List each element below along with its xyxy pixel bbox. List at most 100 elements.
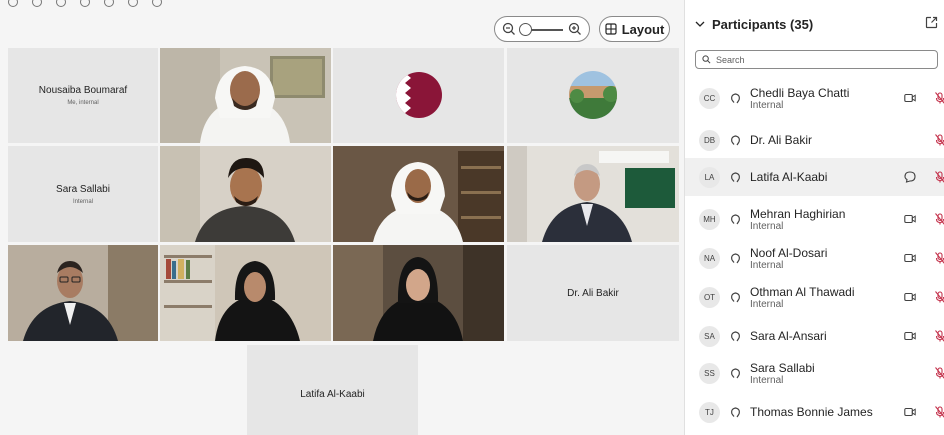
video-tile-participant[interactable] [333, 146, 504, 242]
participant-name: Mehran Haghirian [750, 206, 846, 221]
zoom-thumb[interactable] [519, 23, 532, 36]
participant-video-man-ghutra-shelves [333, 146, 504, 242]
camera-icon[interactable] [904, 292, 916, 302]
mic-muted-icon[interactable] [935, 213, 944, 225]
headset-icon [731, 291, 740, 302]
avatar: NA [699, 247, 720, 269]
chevron-down-icon[interactable] [695, 19, 705, 29]
mic-muted-icon[interactable] [935, 92, 944, 104]
video-tile-nousaiba[interactable]: Nousaiba Boumaraf Me, internal [8, 48, 158, 143]
participant-name: Dr. Ali Bakir [750, 133, 813, 147]
participant-name: Latifa Al-Kaabi [750, 170, 828, 184]
participant-name-block: Mehran Haghirian Internal [750, 207, 845, 232]
mic-muted-icon[interactable] [935, 367, 944, 379]
tile-name: Latifa Al-Kaabi [300, 388, 365, 400]
participant-name: Thomas Bonnie James [750, 405, 873, 419]
video-tile-participant[interactable] [160, 146, 331, 242]
video-tile-participant[interactable] [333, 245, 504, 341]
participant-name: Othman Al Thawadi [750, 284, 855, 299]
participant-name-block: Thomas Bonnie James [750, 405, 873, 419]
participant-subtitle: Internal [750, 259, 784, 271]
mic-muted-icon[interactable] [935, 406, 944, 418]
participant-name-block: Sara Sallabi Internal [750, 361, 815, 386]
search-icon [702, 55, 711, 64]
participant-name-block: Sara Al-Ansari [750, 329, 827, 343]
video-tile-sara-sallabi[interactable]: Sara Sallabi Internal [8, 146, 158, 242]
avatar: MH [699, 208, 720, 230]
camera-icon[interactable] [904, 407, 916, 417]
zoom-in-icon[interactable] [568, 22, 582, 36]
toolbar-icons-clipped [8, 0, 328, 7]
participant-video-woman-bookshelf [160, 245, 331, 341]
participant-row[interactable]: OT Othman Al Thawadi Internal [685, 278, 944, 316]
mic-muted-icon[interactable] [935, 134, 944, 146]
avatar: TJ [699, 401, 720, 423]
participant-row[interactable]: TJ Thomas Bonnie James [685, 393, 944, 431]
participant-row[interactable]: SA Sara Al-Ansari [685, 317, 944, 355]
participant-row[interactable]: MH Mehran Haghirian Internal [685, 200, 944, 238]
headset-icon [731, 406, 740, 417]
participant-row[interactable]: SS Sara Sallabi Internal [685, 354, 944, 392]
avatar: DB [699, 129, 720, 151]
grid-layout-icon [605, 23, 617, 35]
video-tile-participant[interactable] [507, 48, 679, 143]
avatar: SS [699, 362, 720, 384]
video-tile-participant[interactable] [160, 245, 331, 341]
headset-icon [731, 367, 740, 378]
video-tile-participant[interactable] [333, 48, 504, 143]
participant-name: Sara Sallabi [750, 360, 815, 375]
zoom-slider[interactable] [494, 16, 590, 42]
layout-button-label: Layout [621, 21, 665, 37]
participant-name: Noof Al-Dosari [750, 245, 828, 260]
camera-icon[interactable] [904, 253, 916, 263]
search-placeholder: Search [716, 54, 745, 65]
tile-subtitle: Internal [72, 198, 93, 205]
participant-name-block: Noof Al-Dosari Internal [750, 246, 827, 271]
participant-row[interactable]: NA Noof Al-Dosari Internal [685, 239, 944, 277]
participant-subtitle: Internal [750, 374, 784, 386]
headset-icon [731, 213, 740, 224]
camera-icon[interactable] [904, 214, 916, 224]
avatar: LA [699, 166, 720, 188]
headset-icon [731, 92, 740, 103]
tile-name: Sara Sallabi [56, 183, 110, 195]
tile-name: Nousaiba Boumaraf [38, 85, 128, 96]
video-stage: Layout Nousaiba Boumaraf Me, internal Sa… [0, 8, 684, 435]
camera-icon[interactable] [904, 93, 916, 103]
headset-icon [731, 252, 740, 263]
avatar: CC [699, 87, 720, 109]
participant-row[interactable]: CC Chedli Baya Chatti Internal [685, 79, 944, 117]
participant-name: Chedli Baya Chatti [750, 85, 850, 100]
participant-subtitle: Internal [750, 298, 784, 310]
video-tile-participant[interactable] [160, 48, 331, 143]
participant-name-block: Othman Al Thawadi Internal [750, 285, 855, 310]
participants-panel: Participants (35) Search CC Chedli Baya C… [684, 0, 944, 435]
participants-title: Participants (35) [712, 16, 814, 32]
video-tile-participant[interactable] [507, 146, 679, 242]
video-tile-latifa-al-kaabi[interactable]: Latifa Al-Kaabi [247, 345, 418, 435]
camera-icon[interactable] [904, 331, 916, 341]
participant-video-woman-lit [333, 245, 504, 341]
video-tile-dr-ali-bakir[interactable]: Dr. Ali Bakir [507, 245, 679, 341]
mic-muted-icon[interactable] [935, 291, 944, 303]
popout-icon[interactable] [925, 16, 938, 29]
mic-muted-icon[interactable] [935, 330, 944, 342]
participant-name-block: Latifa Al-Kaabi [750, 170, 827, 184]
mic-muted-icon[interactable] [935, 171, 944, 183]
video-tile-participant[interactable] [8, 245, 158, 341]
building-landscape-avatar [507, 48, 679, 143]
headset-icon [731, 134, 740, 145]
mic-muted-icon[interactable] [935, 252, 944, 264]
participant-row[interactable]: DB Dr. Ali Bakir [685, 121, 944, 159]
top-toolbar-remnant [0, 0, 684, 8]
participant-video-older-man-suit [507, 146, 679, 242]
participant-row[interactable]: LA Latifa Al-Kaabi [685, 158, 944, 196]
layout-button[interactable]: Layout [599, 16, 670, 42]
tile-subtitle: Me, internal [67, 100, 99, 106]
zoom-out-icon[interactable] [502, 22, 516, 36]
participant-video-man-glasses [8, 245, 158, 341]
chat-icon[interactable] [904, 171, 916, 183]
participant-name-block: Chedli Baya Chatti Internal [750, 86, 849, 111]
participants-search-input[interactable]: Search [695, 50, 938, 69]
participants-header[interactable]: Participants (35) [695, 14, 813, 34]
